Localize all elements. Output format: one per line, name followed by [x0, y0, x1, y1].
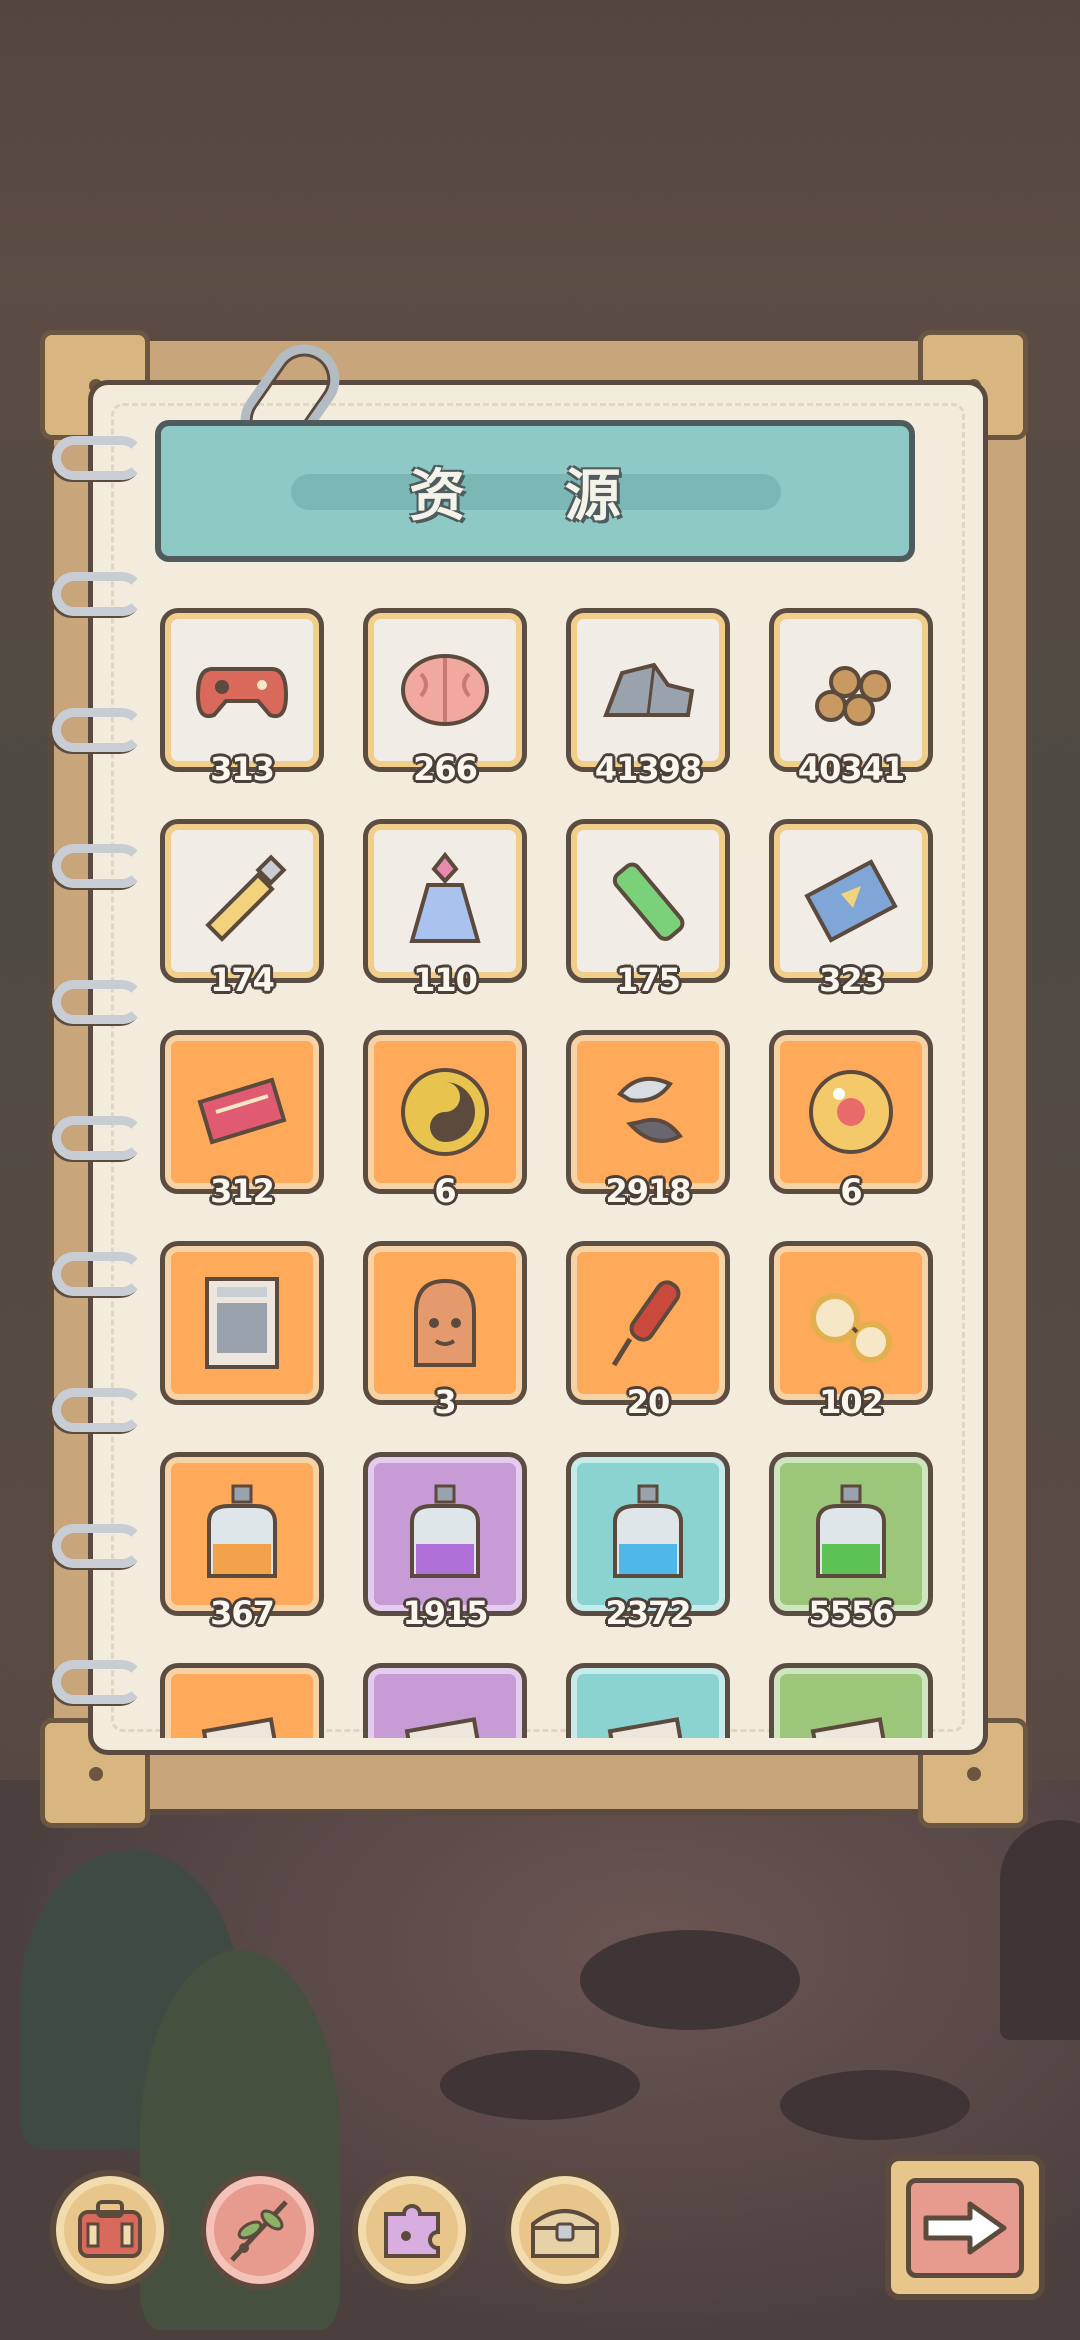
spiral-ring [52, 980, 144, 1024]
resource-tile[interactable] [160, 1030, 324, 1194]
crystal-ball-icon [798, 1059, 904, 1165]
koi-fish-icon [595, 1059, 701, 1165]
treasure-chest-button[interactable] [505, 2170, 625, 2290]
resource-count: 6 [840, 1172, 862, 1210]
resource-tile[interactable] [160, 1241, 324, 1405]
spiral-ring [52, 1116, 144, 1160]
resource-tile[interactable] [566, 1030, 730, 1194]
background-stone [580, 1930, 800, 2030]
resource-count: 2918 [605, 1172, 691, 1210]
spiral-ring [52, 436, 144, 480]
resource-tile[interactable] [160, 1663, 324, 1738]
resource-count: 20 [626, 1383, 671, 1421]
resource-count: 266 [413, 750, 478, 788]
resource-tile[interactable] [363, 1030, 527, 1194]
puzzle-piece-icon [384, 2204, 440, 2258]
resource-count: 174 [210, 961, 275, 999]
brain-icon [392, 637, 498, 743]
purple-potion-icon [392, 1481, 498, 1587]
resource-tile[interactable] [769, 1241, 933, 1405]
title-banner: 资 源 [155, 420, 915, 562]
perfume-bottle-icon [392, 848, 498, 954]
resource-tile[interactable] [363, 1452, 527, 1616]
resource-tile[interactable] [769, 1452, 933, 1616]
resource-count: 312 [210, 1172, 275, 1210]
resource-count: 175 [616, 961, 681, 999]
green-card-icon [798, 1692, 904, 1738]
resource-count: 5556 [808, 1594, 894, 1632]
resource-tile[interactable] [566, 819, 730, 983]
resource-tile[interactable] [363, 1663, 527, 1738]
background-stone [1000, 1820, 1080, 2040]
paint-tube-icon [189, 848, 295, 954]
resource-count: 40341 [797, 750, 905, 788]
battery-tube-icon [595, 848, 701, 954]
resource-count: 41398 [594, 750, 702, 788]
resource-tile[interactable] [160, 608, 324, 772]
resource-tile[interactable] [363, 819, 527, 983]
blue-card-icon [595, 1692, 701, 1738]
resource-tile[interactable] [769, 1030, 933, 1194]
stone-icon [595, 637, 701, 743]
resource-tile[interactable] [769, 608, 933, 772]
book-icon [189, 1270, 295, 1376]
spiral-ring [52, 1252, 144, 1296]
resource-tile[interactable] [769, 819, 933, 983]
spiral-ring [52, 1524, 144, 1568]
resource-tile[interactable] [363, 1241, 527, 1405]
resource-tile[interactable] [566, 1241, 730, 1405]
arrow-right-icon [923, 2201, 1007, 2254]
backpack-icon [78, 2200, 142, 2258]
green-potion-icon [798, 1481, 904, 1587]
ticket-icon [189, 1059, 295, 1165]
resource-tile[interactable] [566, 1663, 730, 1738]
resource-count: 110 [413, 961, 478, 999]
purple-card-icon [392, 1692, 498, 1738]
resource-tile[interactable] [160, 1452, 324, 1616]
treasure-chest-icon [531, 2209, 599, 2258]
resource-tile[interactable] [566, 1452, 730, 1616]
orange-potion-icon [189, 1481, 295, 1587]
resource-count: 1915 [402, 1594, 488, 1632]
yin-yang-coin-icon [392, 1059, 498, 1165]
resource-tile[interactable] [769, 1663, 933, 1738]
resource-tile[interactable] [566, 608, 730, 772]
resource-grid: 313 266 41398 40341 174 110 175 323 312 6 2918 6 3 20… [160, 608, 940, 1738]
resource-tile[interactable] [363, 608, 527, 772]
wood-logs-icon [798, 637, 904, 743]
film-strip-icon [798, 848, 904, 954]
resource-count: 2372 [605, 1594, 691, 1632]
background-stone [780, 2070, 970, 2140]
blue-potion-icon [595, 1481, 701, 1587]
resource-count: 323 [819, 961, 884, 999]
resource-count: 6 [434, 1172, 456, 1210]
next-button[interactable] [885, 2155, 1045, 2300]
puzzle-piece-button[interactable] [352, 2170, 472, 2290]
resource-tile[interactable] [160, 819, 324, 983]
gamepad-icon [189, 637, 295, 743]
spiral-ring [52, 572, 144, 616]
firework-stick-icon [595, 1270, 701, 1376]
page-title: 资 源 [409, 463, 661, 529]
spiral-ring [52, 1388, 144, 1432]
background-stone [440, 2050, 640, 2120]
spiral-ring [52, 708, 144, 752]
resource-count: 367 [210, 1594, 275, 1632]
orange-card-icon [189, 1692, 295, 1738]
glasses-icon [798, 1270, 904, 1376]
resource-count: 3 [434, 1383, 456, 1421]
leaf-branch-icon [230, 2200, 288, 2262]
backpack-button[interactable] [50, 2170, 170, 2290]
spiral-ring [52, 1660, 144, 1704]
spiral-ring [52, 844, 144, 888]
resource-count: 102 [819, 1383, 884, 1421]
resource-count: 313 [210, 750, 275, 788]
idol-head-icon [392, 1270, 498, 1376]
leaf-branch-button[interactable] [200, 2170, 320, 2290]
